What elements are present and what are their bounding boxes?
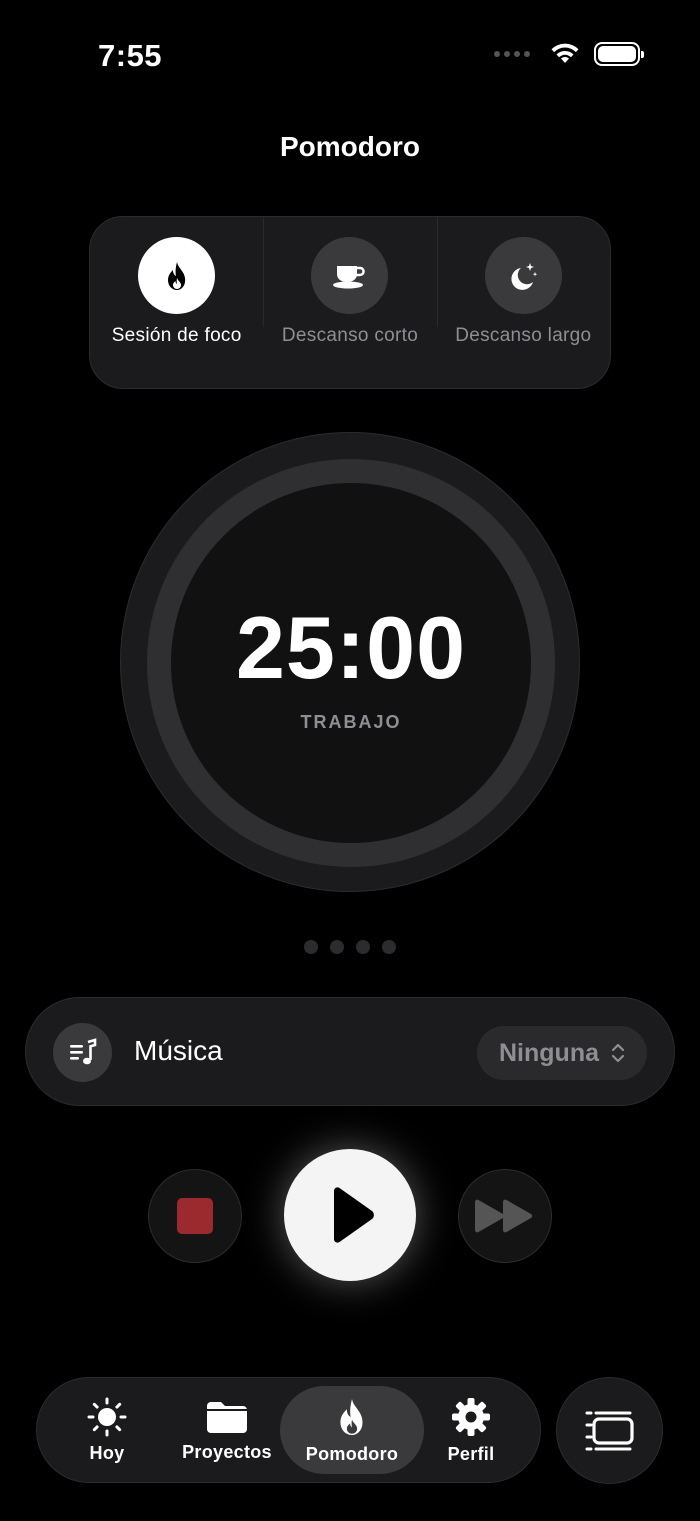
timer-value: 25:00	[235, 598, 467, 697]
moon-stars-icon	[484, 237, 562, 314]
mode-short-break[interactable]: Descanso corto	[263, 217, 436, 388]
sun-icon	[87, 1397, 127, 1436]
stop-button[interactable]	[148, 1169, 242, 1263]
fast-forward-icon	[475, 1199, 533, 1233]
status-time: 7:55	[98, 38, 163, 73]
page-indicator[interactable]	[0, 940, 700, 954]
cellular-signal-icon	[494, 51, 530, 57]
wifi-icon	[551, 43, 579, 63]
play-icon	[334, 1187, 374, 1243]
status-icons	[494, 42, 644, 66]
chevron-up-down-icon	[611, 1043, 625, 1063]
page-dot[interactable]	[304, 940, 318, 954]
music-label: Música	[134, 1035, 223, 1066]
page-dot[interactable]	[356, 940, 370, 954]
mode-selector: Sesión de foco Descanso corto Descanso l…	[89, 216, 611, 389]
battery-icon	[594, 42, 644, 66]
flame-icon	[138, 237, 216, 314]
mode-focus-session[interactable]: Sesión de foco	[90, 217, 263, 388]
tab-profile[interactable]: Perfil	[427, 1386, 515, 1474]
flame-icon	[340, 1398, 363, 1435]
music-row: Música Ninguna	[25, 997, 675, 1106]
layout-button[interactable]	[556, 1377, 663, 1484]
stop-icon	[177, 1198, 213, 1234]
mode-label: Descanso corto	[281, 325, 419, 346]
mode-long-break[interactable]: Descanso largo	[436, 217, 610, 388]
timer-phase-label: TRABAJO	[300, 712, 402, 732]
tab-bar: Hoy Proyectos Pomodoro Perfil	[36, 1377, 541, 1483]
play-button[interactable]	[284, 1149, 416, 1281]
skip-button[interactable]	[458, 1169, 552, 1263]
tab-projects[interactable]: Proyectos	[175, 1386, 279, 1474]
mode-label: Sesión de foco	[111, 325, 242, 346]
page-dot[interactable]	[330, 940, 344, 954]
music-select[interactable]: Ninguna	[477, 1026, 647, 1080]
tab-label: Perfil	[447, 1443, 495, 1464]
tab-pomodoro[interactable]: Pomodoro	[280, 1386, 424, 1474]
mode-label: Descanso largo	[455, 325, 592, 346]
page-title: Pomodoro	[280, 131, 420, 162]
tab-label: Hoy	[89, 1442, 125, 1463]
page-dot[interactable]	[382, 940, 396, 954]
gear-icon	[452, 1397, 490, 1436]
coffee-cup-icon	[311, 237, 389, 314]
folder-icon	[207, 1401, 247, 1433]
music-selected-value: Ninguna	[499, 1038, 599, 1067]
timer-dial: 25:00 TRABAJO	[120, 432, 580, 892]
music-list-icon	[53, 1023, 112, 1082]
tab-label: Proyectos	[182, 1441, 272, 1462]
tab-label: Pomodoro	[305, 1443, 399, 1464]
tab-today[interactable]: Hoy	[67, 1386, 147, 1474]
layout-icon	[585, 1411, 634, 1450]
